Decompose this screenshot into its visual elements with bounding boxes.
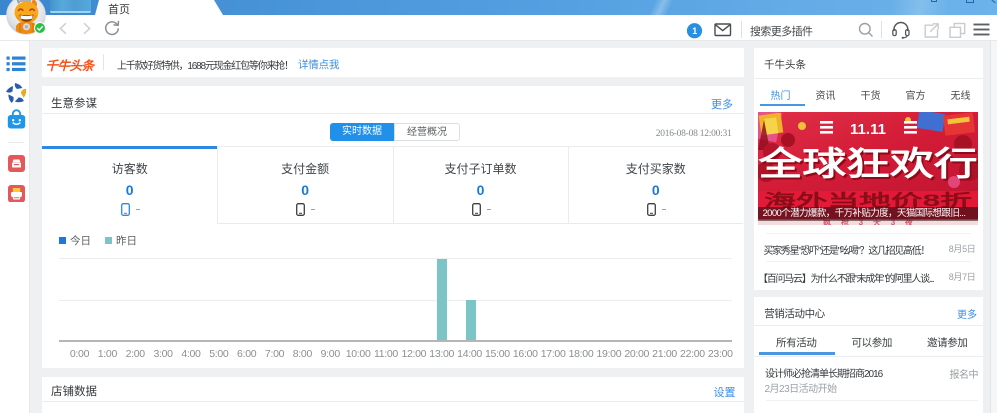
svg-text:11.11: 11.11 <box>850 121 886 138</box>
svg-text:全球狂欢行: 全球狂欢行 <box>758 145 978 182</box>
svg-text:1: 1 <box>692 26 697 36</box>
